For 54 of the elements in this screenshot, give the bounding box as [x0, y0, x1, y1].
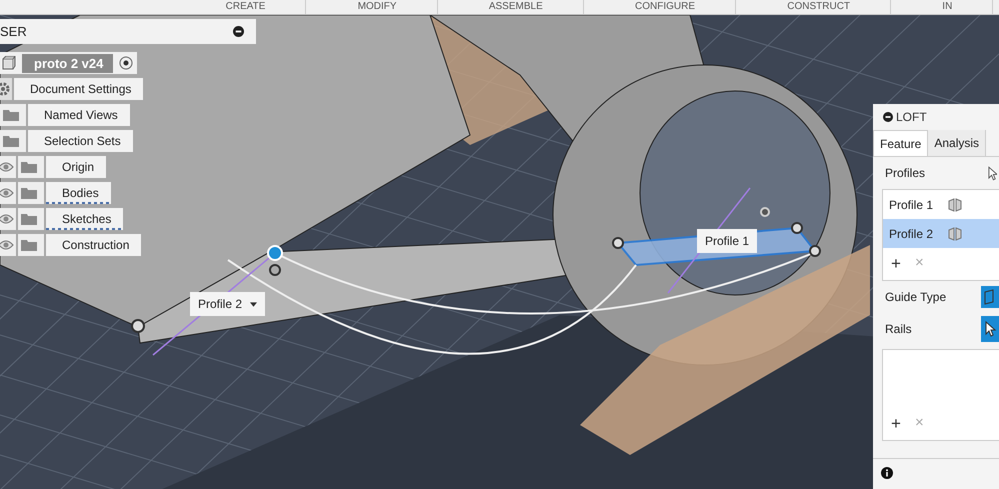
toolbar-menu[interactable]: MODIFY: [318, 0, 438, 14]
sketch-point[interactable]: [269, 264, 281, 276]
profile-tooltip[interactable]: Profile 2: [190, 292, 266, 316]
field-label: Guide Type: [885, 290, 946, 304]
field-label: Profiles: [885, 166, 926, 180]
folder-icon: [18, 208, 44, 230]
collapse-icon[interactable]: [883, 112, 893, 122]
profile-tooltip[interactable]: Profile 1: [697, 229, 758, 253]
folder-icon: [18, 234, 44, 256]
folder-icon: [18, 182, 44, 204]
profile-list-item[interactable]: Profile 2: [883, 219, 999, 248]
eye-icon[interactable]: [0, 182, 16, 204]
toolbar-menu[interactable]: IN: [902, 0, 994, 14]
tab[interactable]: Feature: [873, 130, 928, 156]
cube-icon: [2, 56, 16, 70]
toolbar-menu[interactable]: ASSEMBLE: [448, 0, 584, 14]
browser-item[interactable]: Construction: [46, 234, 142, 256]
folder-icon: [18, 156, 44, 178]
radio-icon[interactable]: [119, 56, 134, 70]
browser-item[interactable]: Named Views: [28, 104, 130, 126]
profile-icon: [947, 196, 964, 212]
eye-icon[interactable]: [0, 156, 16, 178]
tab[interactable]: Analysis: [928, 130, 986, 156]
profile-list-item[interactable]: Profile 1: [883, 190, 999, 219]
list-action[interactable]: +: [891, 414, 901, 434]
browser-item[interactable]: Selection Sets: [28, 130, 133, 152]
browser-title: SER: [0, 24, 27, 39]
eye-icon[interactable]: [0, 234, 16, 256]
folder-icon: [0, 130, 26, 152]
selected-point[interactable]: [267, 245, 283, 261]
rails-select-button[interactable]: [981, 316, 999, 342]
sketch-point[interactable]: [791, 222, 803, 234]
sketch-point[interactable]: [809, 245, 821, 257]
toolbar-menu[interactable]: CONSTRUCT: [747, 0, 892, 14]
info-icon[interactable]: [881, 467, 893, 479]
toolbar-menu[interactable]: CONFIGURE: [595, 0, 736, 14]
component-item[interactable]: proto 2 v24: [0, 52, 138, 74]
guide-type-button[interactable]: [981, 284, 999, 310]
browser-item[interactable]: Sketches: [46, 208, 124, 230]
browser-item[interactable]: Origin: [46, 156, 106, 178]
toolbar-menu[interactable]: CREATE: [186, 0, 306, 14]
sketch-point[interactable]: [131, 319, 145, 333]
cursor-icon[interactable]: [988, 166, 997, 180]
component-name: proto 2 v24: [22, 54, 114, 72]
panel-title: LOFT: [896, 110, 927, 124]
folder-icon: [0, 104, 26, 126]
profile-icon: [947, 226, 964, 242]
browser-item[interactable]: Bodies: [46, 182, 111, 204]
sketch-point[interactable]: [612, 237, 624, 249]
eye-icon[interactable]: [0, 208, 16, 230]
field-label: Rails: [885, 322, 912, 336]
list-action[interactable]: +: [891, 254, 901, 274]
collapse-icon[interactable]: [233, 26, 244, 37]
browser-item[interactable]: Document Settings: [14, 78, 144, 100]
